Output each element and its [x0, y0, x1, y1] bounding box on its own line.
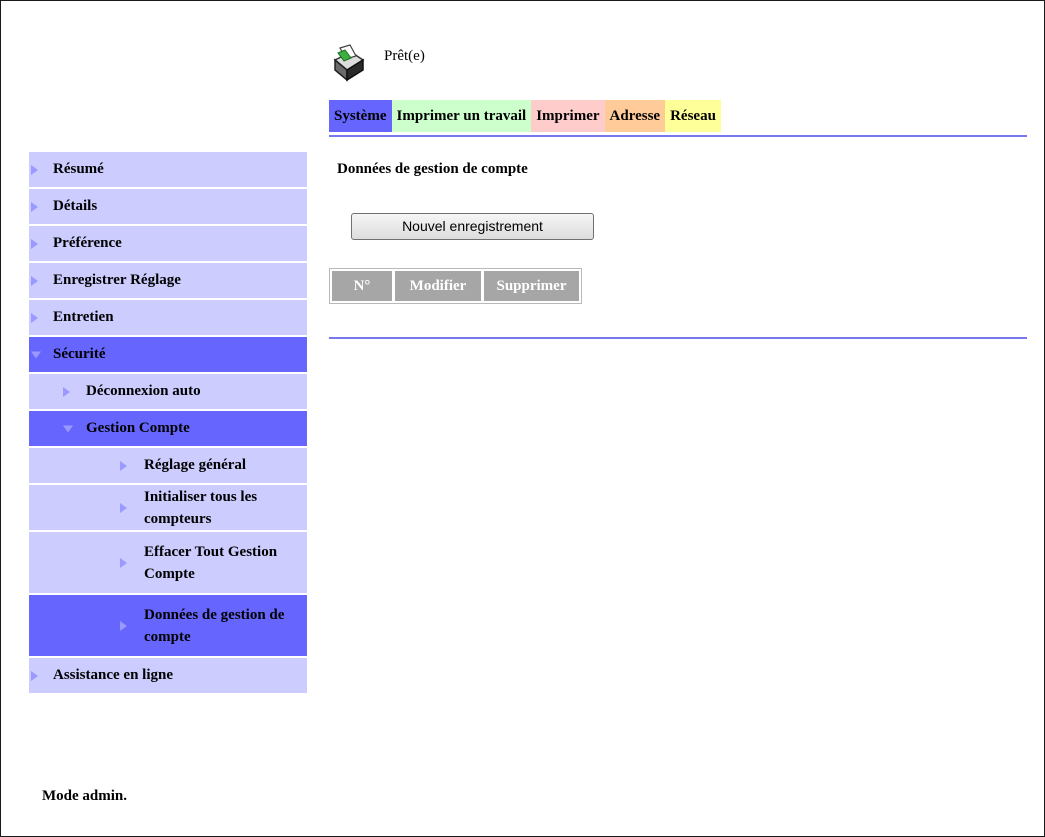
tab-reseau[interactable]: Réseau [665, 100, 721, 132]
sidebar-item-securite[interactable]: Sécurité [29, 337, 307, 374]
tab-imprimer-un-travail[interactable]: Imprimer un travail [391, 100, 532, 132]
tab-systeme[interactable]: Système [329, 100, 392, 132]
table-header-number: N° [332, 271, 392, 301]
table-header-modifier: Modifier [395, 271, 481, 301]
printer-icon [333, 44, 365, 82]
arrow-right-icon [63, 386, 70, 397]
arrow-right-icon [120, 502, 127, 513]
arrow-down-icon [63, 425, 73, 432]
sidebar-item-details[interactable]: Détails [29, 189, 307, 226]
page-title: Données de gestion de compte [337, 161, 528, 177]
new-record-button[interactable]: Nouvel enregistrement [351, 213, 594, 240]
arrow-right-icon [120, 460, 127, 471]
arrow-right-icon [31, 275, 38, 286]
sidebar-item-preference[interactable]: Préférence [29, 226, 307, 263]
arrow-right-icon [31, 670, 38, 681]
sidebar: Résumé Détails Préférence Enregistrer Ré… [29, 152, 307, 695]
sidebar-item-resume[interactable]: Résumé [29, 152, 307, 189]
arrow-right-icon [31, 164, 38, 175]
table-header-supprimer: Supprimer [484, 271, 579, 301]
sidebar-item-enregistrer-reglage[interactable]: Enregistrer Réglage [29, 263, 307, 300]
content-divider [329, 337, 1027, 339]
tab-imprimer[interactable]: Imprimer [531, 100, 605, 132]
arrow-right-icon [31, 312, 38, 323]
arrow-right-icon [120, 557, 127, 568]
sidebar-item-deconnexion-auto[interactable]: Déconnexion auto [29, 374, 307, 411]
sidebar-item-gestion-compte[interactable]: Gestion Compte [29, 411, 307, 448]
main-tabs: Système Imprimer un travail Imprimer Adr… [329, 100, 721, 132]
sidebar-item-donnees-gestion-compte[interactable]: Données de gestion de compte [29, 595, 307, 658]
tab-divider [329, 135, 1027, 137]
sidebar-item-initialiser-compteurs[interactable]: Initialiser tous les compteurs [29, 485, 307, 532]
sidebar-item-effacer-tout[interactable]: Effacer Tout Gestion Compte [29, 532, 307, 595]
tab-adresse[interactable]: Adresse [604, 100, 666, 132]
arrow-right-icon [120, 620, 127, 631]
sidebar-item-reglage-general[interactable]: Réglage général [29, 448, 307, 485]
account-table: N° Modifier Supprimer [329, 268, 582, 304]
sidebar-item-assistance-en-ligne[interactable]: Assistance en ligne [29, 658, 307, 695]
arrow-right-icon [31, 201, 38, 212]
admin-mode-label: Mode admin. [42, 788, 128, 804]
arrow-right-icon [31, 238, 38, 249]
arrow-down-icon [31, 351, 41, 358]
status-text: Prêt(e) [384, 48, 425, 64]
sidebar-item-entretien[interactable]: Entretien [29, 300, 307, 337]
